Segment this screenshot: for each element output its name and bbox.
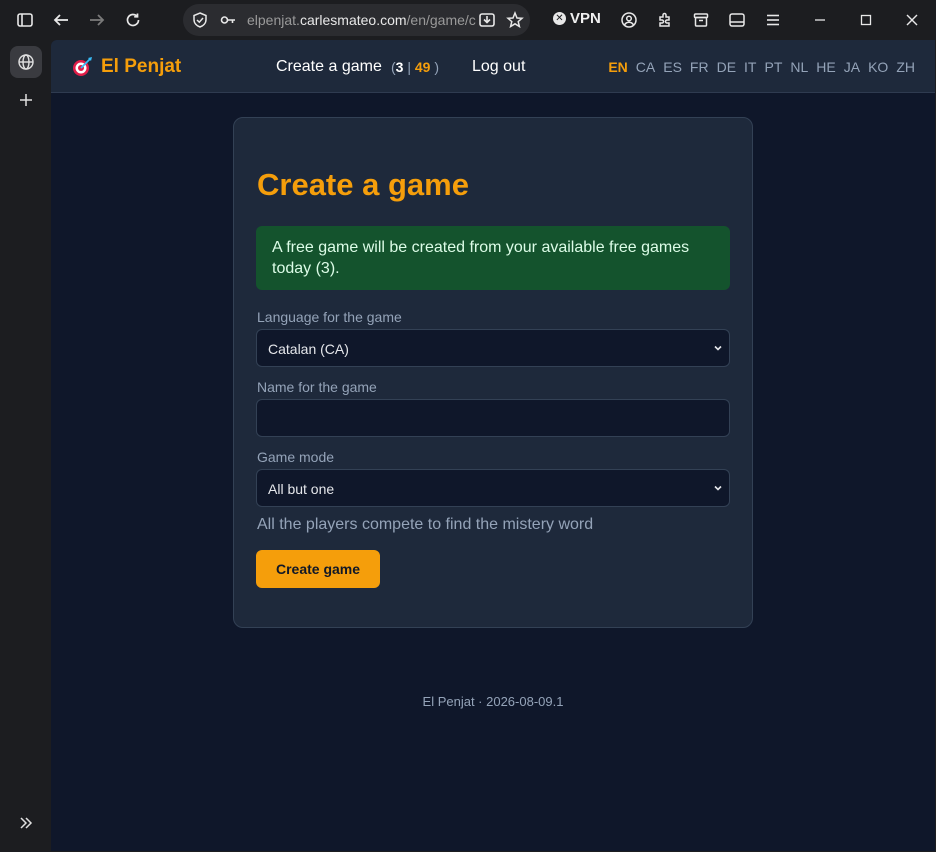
vpn-button[interactable]: ✕ VPN bbox=[553, 10, 601, 27]
url-text[interactable]: elpenjat.carlesmateo.com/en/game/c bbox=[247, 12, 476, 28]
lang-nl[interactable]: NL bbox=[790, 59, 808, 75]
chevron-down-icon bbox=[714, 485, 722, 491]
mode-label: Game mode bbox=[257, 449, 335, 465]
nav-log-out[interactable]: Log out bbox=[472, 58, 525, 76]
expand-sidebar-icon[interactable] bbox=[10, 807, 42, 839]
menu-icon[interactable] bbox=[760, 8, 786, 32]
download-icon[interactable] bbox=[474, 8, 500, 32]
free-games-count: 3 bbox=[395, 59, 404, 75]
game-counts: (3 | 49 ) bbox=[391, 59, 440, 75]
logo-text: El Penjat bbox=[101, 56, 182, 77]
extensions-icon[interactable] bbox=[652, 8, 678, 32]
name-label: Name for the game bbox=[257, 379, 377, 395]
lang-en[interactable]: EN bbox=[608, 59, 627, 75]
vpn-off-icon: ✕ bbox=[553, 12, 566, 25]
lang-ja[interactable]: JA bbox=[844, 59, 860, 75]
maximize-icon[interactable] bbox=[853, 8, 879, 32]
close-icon[interactable] bbox=[899, 8, 925, 32]
game-name-input[interactable] bbox=[256, 399, 730, 437]
browser-toolbar: elpenjat.carlesmateo.com/en/game/c ✕ VPN bbox=[0, 0, 936, 40]
footer-version: El Penjat · 2026-08-09.1 bbox=[422, 694, 564, 709]
lang-zh[interactable]: ZH bbox=[896, 59, 915, 75]
total-games-count: 49 bbox=[414, 59, 431, 75]
browser-sidebar bbox=[0, 40, 51, 852]
create-game-card: Create a game A free game will be create… bbox=[233, 117, 753, 628]
create-game-button[interactable]: Create game bbox=[256, 550, 380, 588]
minimize-icon[interactable] bbox=[807, 8, 833, 32]
game-mode-select[interactable]: All but one bbox=[256, 469, 730, 507]
page-viewport: El Penjat Create a game (3 | 49 ) Log ou… bbox=[51, 40, 935, 851]
language-switcher: EN CA ES FR DE IT PT NL HE JA KO ZH bbox=[608, 59, 915, 75]
lang-ca[interactable]: CA bbox=[636, 59, 655, 75]
game-mode-value: All but one bbox=[268, 481, 335, 497]
account-icon[interactable] bbox=[616, 8, 642, 32]
vpn-label: VPN bbox=[570, 10, 601, 27]
forward-icon[interactable] bbox=[84, 8, 110, 32]
lang-es[interactable]: ES bbox=[663, 59, 682, 75]
archive-icon[interactable] bbox=[688, 8, 714, 32]
page-title: Create a game bbox=[257, 167, 469, 202]
language-select[interactable]: Catalan (CA) bbox=[256, 329, 730, 367]
globe-icon[interactable] bbox=[10, 46, 42, 78]
game-mode-hint: All the players compete to find the mist… bbox=[257, 516, 594, 533]
free-game-notice: A free game will be created from your av… bbox=[256, 226, 730, 290]
chevron-down-icon bbox=[714, 345, 722, 351]
language-select-value: Catalan (CA) bbox=[268, 341, 349, 357]
star-icon[interactable] bbox=[502, 8, 528, 32]
lang-ko[interactable]: KO bbox=[868, 59, 888, 75]
key-icon[interactable] bbox=[215, 8, 241, 32]
site-logo[interactable]: El Penjat bbox=[71, 56, 181, 78]
lang-de[interactable]: DE bbox=[717, 59, 736, 75]
split-view-icon[interactable] bbox=[724, 8, 750, 32]
lang-pt[interactable]: PT bbox=[765, 59, 783, 75]
lang-it[interactable]: IT bbox=[744, 59, 756, 75]
site-header: El Penjat Create a game (3 | 49 ) Log ou… bbox=[51, 40, 935, 93]
target-icon bbox=[73, 57, 92, 76]
language-label: Language for the game bbox=[257, 309, 402, 325]
new-tab-icon[interactable] bbox=[10, 84, 42, 116]
lang-fr[interactable]: FR bbox=[690, 59, 709, 75]
reload-icon[interactable] bbox=[120, 8, 146, 32]
shield-icon[interactable] bbox=[187, 8, 213, 32]
back-icon[interactable] bbox=[48, 8, 74, 32]
sidebar-toggle-icon[interactable] bbox=[12, 8, 38, 32]
lang-he[interactable]: HE bbox=[816, 59, 835, 75]
nav-create-game[interactable]: Create a game bbox=[276, 58, 382, 76]
